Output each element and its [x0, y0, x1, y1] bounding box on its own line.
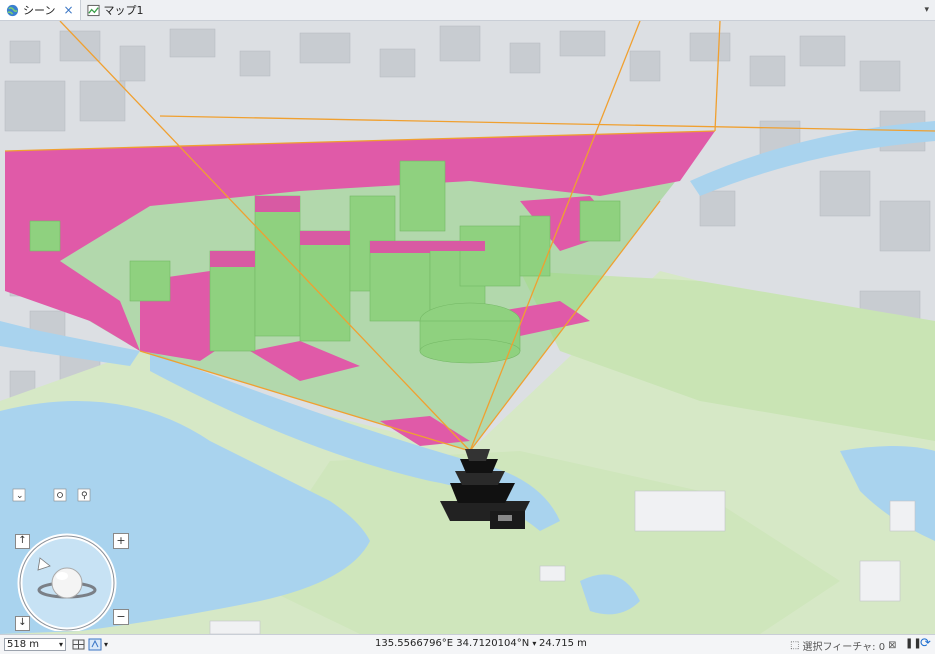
- view-tab-bar: シーン × マップ1 ▾: [0, 0, 935, 21]
- zoom-in-button[interactable]: +: [113, 533, 129, 549]
- elevation-value: 24.715 m: [538, 638, 587, 649]
- chevron-down-icon: ▾: [58, 640, 63, 649]
- clear-selection-icon[interactable]: ⊠: [888, 640, 896, 651]
- scene-canvas[interactable]: [0, 21, 935, 634]
- selected-features-count: 選択フィーチャ: 0: [802, 642, 886, 653]
- tab-scene-label: シーン: [23, 4, 56, 17]
- selection-info[interactable]: ⬚ 選択フィーチャ: 0 ⊠: [790, 638, 896, 653]
- globe-icon: [6, 4, 19, 16]
- tab-map1-label: マップ1: [103, 4, 144, 17]
- tilt-up-button[interactable]: ↑: [15, 534, 30, 549]
- scale-dropdown[interactable]: 518 m ▾: [4, 638, 66, 651]
- zoom-out-button-2[interactable]: −: [113, 609, 129, 625]
- tab-scene[interactable]: シーン ×: [0, 0, 81, 20]
- navigation-mode-icon[interactable]: [88, 638, 102, 651]
- map-icon: [86, 4, 100, 16]
- status-bar: 518 m ▾ ▾ 135.5566796°E 34.7120104°N ▾ 2…: [0, 634, 935, 654]
- selection-icon: ⬚: [790, 640, 800, 651]
- tab-menu-icon[interactable]: ▾: [924, 0, 935, 20]
- chevron-down-icon[interactable]: ▾: [104, 640, 108, 649]
- svg-text:⚲: ⚲: [81, 491, 88, 501]
- svg-text:⌄: ⌄: [16, 491, 24, 501]
- tilt-down-button[interactable]: ↓: [15, 616, 30, 631]
- scale-value: 518 m: [7, 639, 40, 650]
- refresh-icon[interactable]: ⟳: [920, 636, 931, 651]
- grid-toggle-icon[interactable]: [72, 638, 86, 651]
- view-mode-buttons[interactable]: ⌄ ⚲: [12, 488, 91, 502]
- coordinates-value: 135.5566796°E 34.7120104°N: [375, 638, 530, 649]
- scene-viewport[interactable]: ⌄ ⚲ + − ↑ ↓ −: [0, 21, 935, 634]
- close-icon[interactable]: ×: [63, 3, 73, 17]
- cursor-coordinates: 135.5566796°E 34.7120104°N ▾ 24.715 m: [375, 638, 587, 649]
- tab-map1[interactable]: マップ1: [81, 0, 150, 20]
